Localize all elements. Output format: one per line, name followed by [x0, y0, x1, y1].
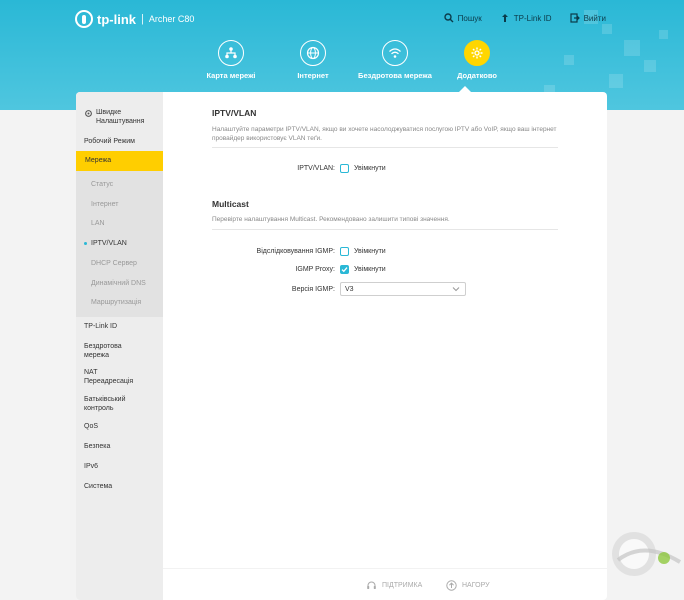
search-icon [443, 13, 454, 23]
support-link[interactable]: ПІДТРИМКА [366, 580, 422, 591]
sidebar-item-tplink-id[interactable]: TP-Link ID [76, 322, 117, 331]
sidebar-sub-dynamic-dns[interactable]: Динамічний DNS [91, 279, 146, 288]
sidebar-item-parental[interactable]: Батьківський контроль [76, 395, 136, 413]
search-link-label: Пошук [457, 13, 482, 23]
iptv-enable-checkbox[interactable] [340, 163, 349, 173]
nav-advanced-label: Додатково [457, 71, 497, 80]
logo-separator: | [141, 13, 144, 25]
igmp-snooping-option: Увімкнути [354, 247, 386, 255]
back-to-top-link[interactable]: НАГОРУ [446, 580, 490, 591]
footer-bar: ПІДТРИМКА НАГОРУ [163, 568, 607, 600]
nav-internet[interactable]: Інтернет [272, 40, 354, 80]
sidebar-item-network[interactable]: Мережа [76, 151, 163, 171]
multicast-section-title: Multicast [212, 199, 249, 209]
wifi-icon [389, 48, 401, 58]
igmp-version-row: Версія IGMP: V3 [212, 282, 558, 296]
back-to-top-label: НАГОРУ [462, 582, 490, 589]
sidebar-sub-internet[interactable]: Інтернет [91, 200, 118, 209]
logout-link[interactable]: Вийти [569, 13, 606, 23]
tplink-id-link-label: TP-Link ID [513, 13, 552, 23]
sidebar-item-qos[interactable]: QoS [76, 422, 98, 431]
logout-link-label: Вийти [583, 13, 606, 23]
tplink-id-icon [501, 14, 508, 22]
igmp-proxy-checkbox[interactable] [340, 264, 349, 274]
globe-icon [306, 46, 320, 60]
nav-internet-label: Інтернет [297, 71, 329, 80]
sidebar-sub-lan[interactable]: LAN [91, 219, 105, 228]
chevron-down-icon [452, 287, 460, 292]
sidebar-sub-dhcp-server[interactable]: DHCP Сервер [91, 259, 137, 268]
brand-name: tp-link [97, 11, 136, 27]
sidebar-item-quick-setup-label: Швидке Налаштування [96, 109, 145, 125]
nav-network-map-label: Карта мережі [206, 71, 256, 80]
igmp-proxy-option: Увімкнути [354, 265, 386, 273]
sidebar-item-system[interactable]: Система [76, 482, 112, 491]
igmp-version-select[interactable]: V3 [340, 282, 466, 296]
iptv-section-title: IPTV/VLAN [212, 108, 257, 118]
sidebar-item-wireless[interactable]: Бездротова мережа [76, 342, 136, 360]
iptv-section-description: Налаштуйте параметри IPTV/VLAN, якщо ви … [212, 126, 558, 148]
tplink-id-link[interactable]: TP-Link ID [500, 13, 552, 23]
watermark-logo [612, 532, 682, 576]
sidebar: Швидке Налаштування Робочий Режим Мережа… [76, 92, 163, 600]
sidebar-item-ipv6[interactable]: IPv6 [76, 462, 98, 471]
sidebar-item-nat[interactable]: NAT Переадресація [76, 368, 146, 386]
sidebar-sub-iptv-vlan[interactable]: IPTV/VLAN [84, 239, 127, 248]
igmp-version-value: V3 [345, 285, 354, 293]
multicast-section-description: Перевірте налаштування Multicast. Рекоме… [212, 216, 558, 230]
igmp-snooping-checkbox[interactable] [340, 246, 349, 256]
igmp-version-label: Версія IGMP: [291, 285, 335, 293]
search-link[interactable]: Пошук [443, 13, 482, 23]
nav-wireless[interactable]: Бездротова мережа [354, 40, 436, 80]
nav-network-map[interactable]: Карта мережі [190, 40, 272, 80]
tplink-logo[interactable]: tp-link | Archer C80 [75, 10, 194, 28]
sidebar-sub-status[interactable]: Статус [91, 180, 113, 189]
nav-wireless-label: Бездротова мережа [358, 71, 432, 80]
quick-setup-gear-icon [85, 110, 92, 117]
gear-icon [471, 47, 483, 59]
sidebar-item-quick-setup[interactable]: Швидке Налаштування [76, 92, 163, 126]
iptv-enable-option: Увімкнути [354, 164, 386, 172]
support-link-label: ПІДТРИМКА [382, 582, 423, 589]
sidebar-item-operation-mode[interactable]: Робочий Режим [76, 137, 135, 146]
igmp-snooping-label: Відслідковування IGMP: [256, 247, 335, 255]
main-content: IPTV/VLAN Налаштуйте параметри IPTV/VLAN… [163, 92, 607, 600]
logout-icon [569, 13, 580, 23]
sidebar-sub-routing[interactable]: Маршрутизація [91, 298, 141, 307]
network-map-icon [225, 47, 237, 59]
igmp-proxy-label: IGMP Proxy: [295, 265, 335, 273]
tplink-logo-icon [75, 10, 93, 28]
headset-icon [367, 581, 376, 589]
content-panel: Швидке Налаштування Робочий Режим Мережа… [76, 92, 607, 600]
igmp-snooping-row: Відслідковування IGMP: Увімкнути [212, 245, 558, 257]
nav-advanced[interactable]: Додатково [436, 40, 518, 80]
arrow-up-circle-icon [446, 580, 457, 591]
checkmark-icon [341, 266, 348, 272]
igmp-proxy-row: IGMP Proxy: Увімкнути [212, 263, 558, 275]
model-name: Archer C80 [148, 14, 195, 24]
iptv-enable-row: IPTV/VLAN: Увімкнути [212, 162, 558, 174]
iptv-enable-label: IPTV/VLAN: [297, 164, 335, 172]
sidebar-item-security[interactable]: Безпека [76, 442, 110, 451]
